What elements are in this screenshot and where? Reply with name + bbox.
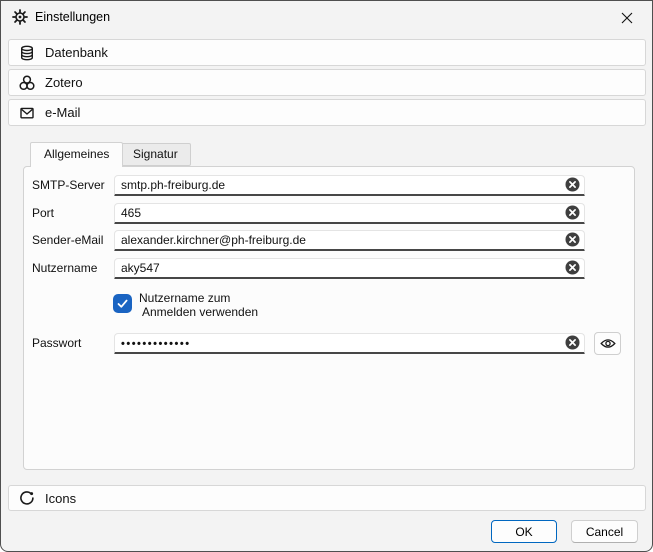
checkbox-label-line1: Nutzername zum [139, 291, 309, 305]
clear-icon [565, 205, 580, 220]
clear-icon [565, 335, 580, 350]
window-title: Einstellungen [35, 1, 110, 33]
smtp-server-input[interactable]: smtp.ph-freiburg.de [114, 175, 585, 196]
clear-password-button[interactable] [565, 335, 580, 350]
tab-signatur[interactable]: Signatur [120, 143, 191, 166]
section-email-label: e-Mail [45, 105, 80, 120]
close-icon [621, 12, 633, 24]
database-icon [19, 45, 35, 61]
section-email[interactable]: e-Mail [8, 99, 646, 126]
section-zotero[interactable]: Zotero [8, 69, 646, 96]
zotero-knot-icon [19, 75, 35, 91]
clear-port-button[interactable] [565, 205, 580, 220]
envelope-icon [19, 105, 35, 121]
section-datenbank-label: Datenbank [45, 45, 108, 60]
port-value: 465 [121, 205, 560, 222]
tab-signatur-label: Signatur [133, 147, 178, 161]
password-masked-value: ••••••••••••• [121, 335, 560, 353]
eye-icon [600, 338, 616, 349]
sender-email-value: alexander.kirchner@ph-freiburg.de [121, 232, 560, 249]
username-label: Nutzername [32, 258, 112, 279]
ok-button[interactable]: OK [491, 520, 557, 543]
sender-email-input[interactable]: alexander.kirchner@ph-freiburg.de [114, 230, 585, 251]
tab-allgemeines-label: Allgemeines [44, 147, 109, 161]
cancel-button[interactable]: Cancel [571, 520, 638, 543]
section-icons-label: Icons [45, 491, 76, 506]
smtp-server-value: smtp.ph-freiburg.de [121, 177, 560, 194]
username-value: aky547 [121, 260, 560, 277]
sender-email-label: Sender-eMail [32, 230, 112, 251]
email-settings-pane: SMTP-Server smtp.ph-freiburg.de Port 465… [23, 166, 635, 470]
password-label: Passwort [32, 333, 112, 354]
gear-icon [12, 9, 28, 25]
checkbox-label-line2: Anmelden verwenden [139, 305, 309, 319]
port-label: Port [32, 203, 112, 224]
clear-icon [565, 177, 580, 192]
clear-icon [565, 232, 580, 247]
refresh-icon [19, 490, 35, 506]
show-password-button[interactable] [594, 332, 621, 355]
clear-icon [565, 260, 580, 275]
section-datenbank[interactable]: Datenbank [8, 39, 646, 66]
password-input[interactable]: ••••••••••••• [114, 333, 585, 354]
use-username-checkbox[interactable] [113, 294, 132, 313]
tab-allgemeines[interactable]: Allgemeines [30, 142, 123, 167]
smtp-server-label: SMTP-Server [32, 175, 112, 196]
settings-dialog: Einstellungen Datenbank [0, 0, 653, 552]
clear-username-button[interactable] [565, 260, 580, 275]
section-zotero-label: Zotero [45, 75, 83, 90]
port-input[interactable]: 465 [114, 203, 585, 224]
checkmark-icon [116, 297, 129, 310]
clear-smtp-button[interactable] [565, 177, 580, 192]
use-username-checkbox-label[interactable]: Nutzername zum Anmelden verwenden [139, 291, 309, 319]
section-icons[interactable]: Icons [8, 485, 646, 511]
close-button[interactable] [611, 5, 643, 30]
clear-sender-button[interactable] [565, 232, 580, 247]
username-input[interactable]: aky547 [114, 258, 585, 279]
title-bar: Einstellungen [1, 1, 652, 34]
